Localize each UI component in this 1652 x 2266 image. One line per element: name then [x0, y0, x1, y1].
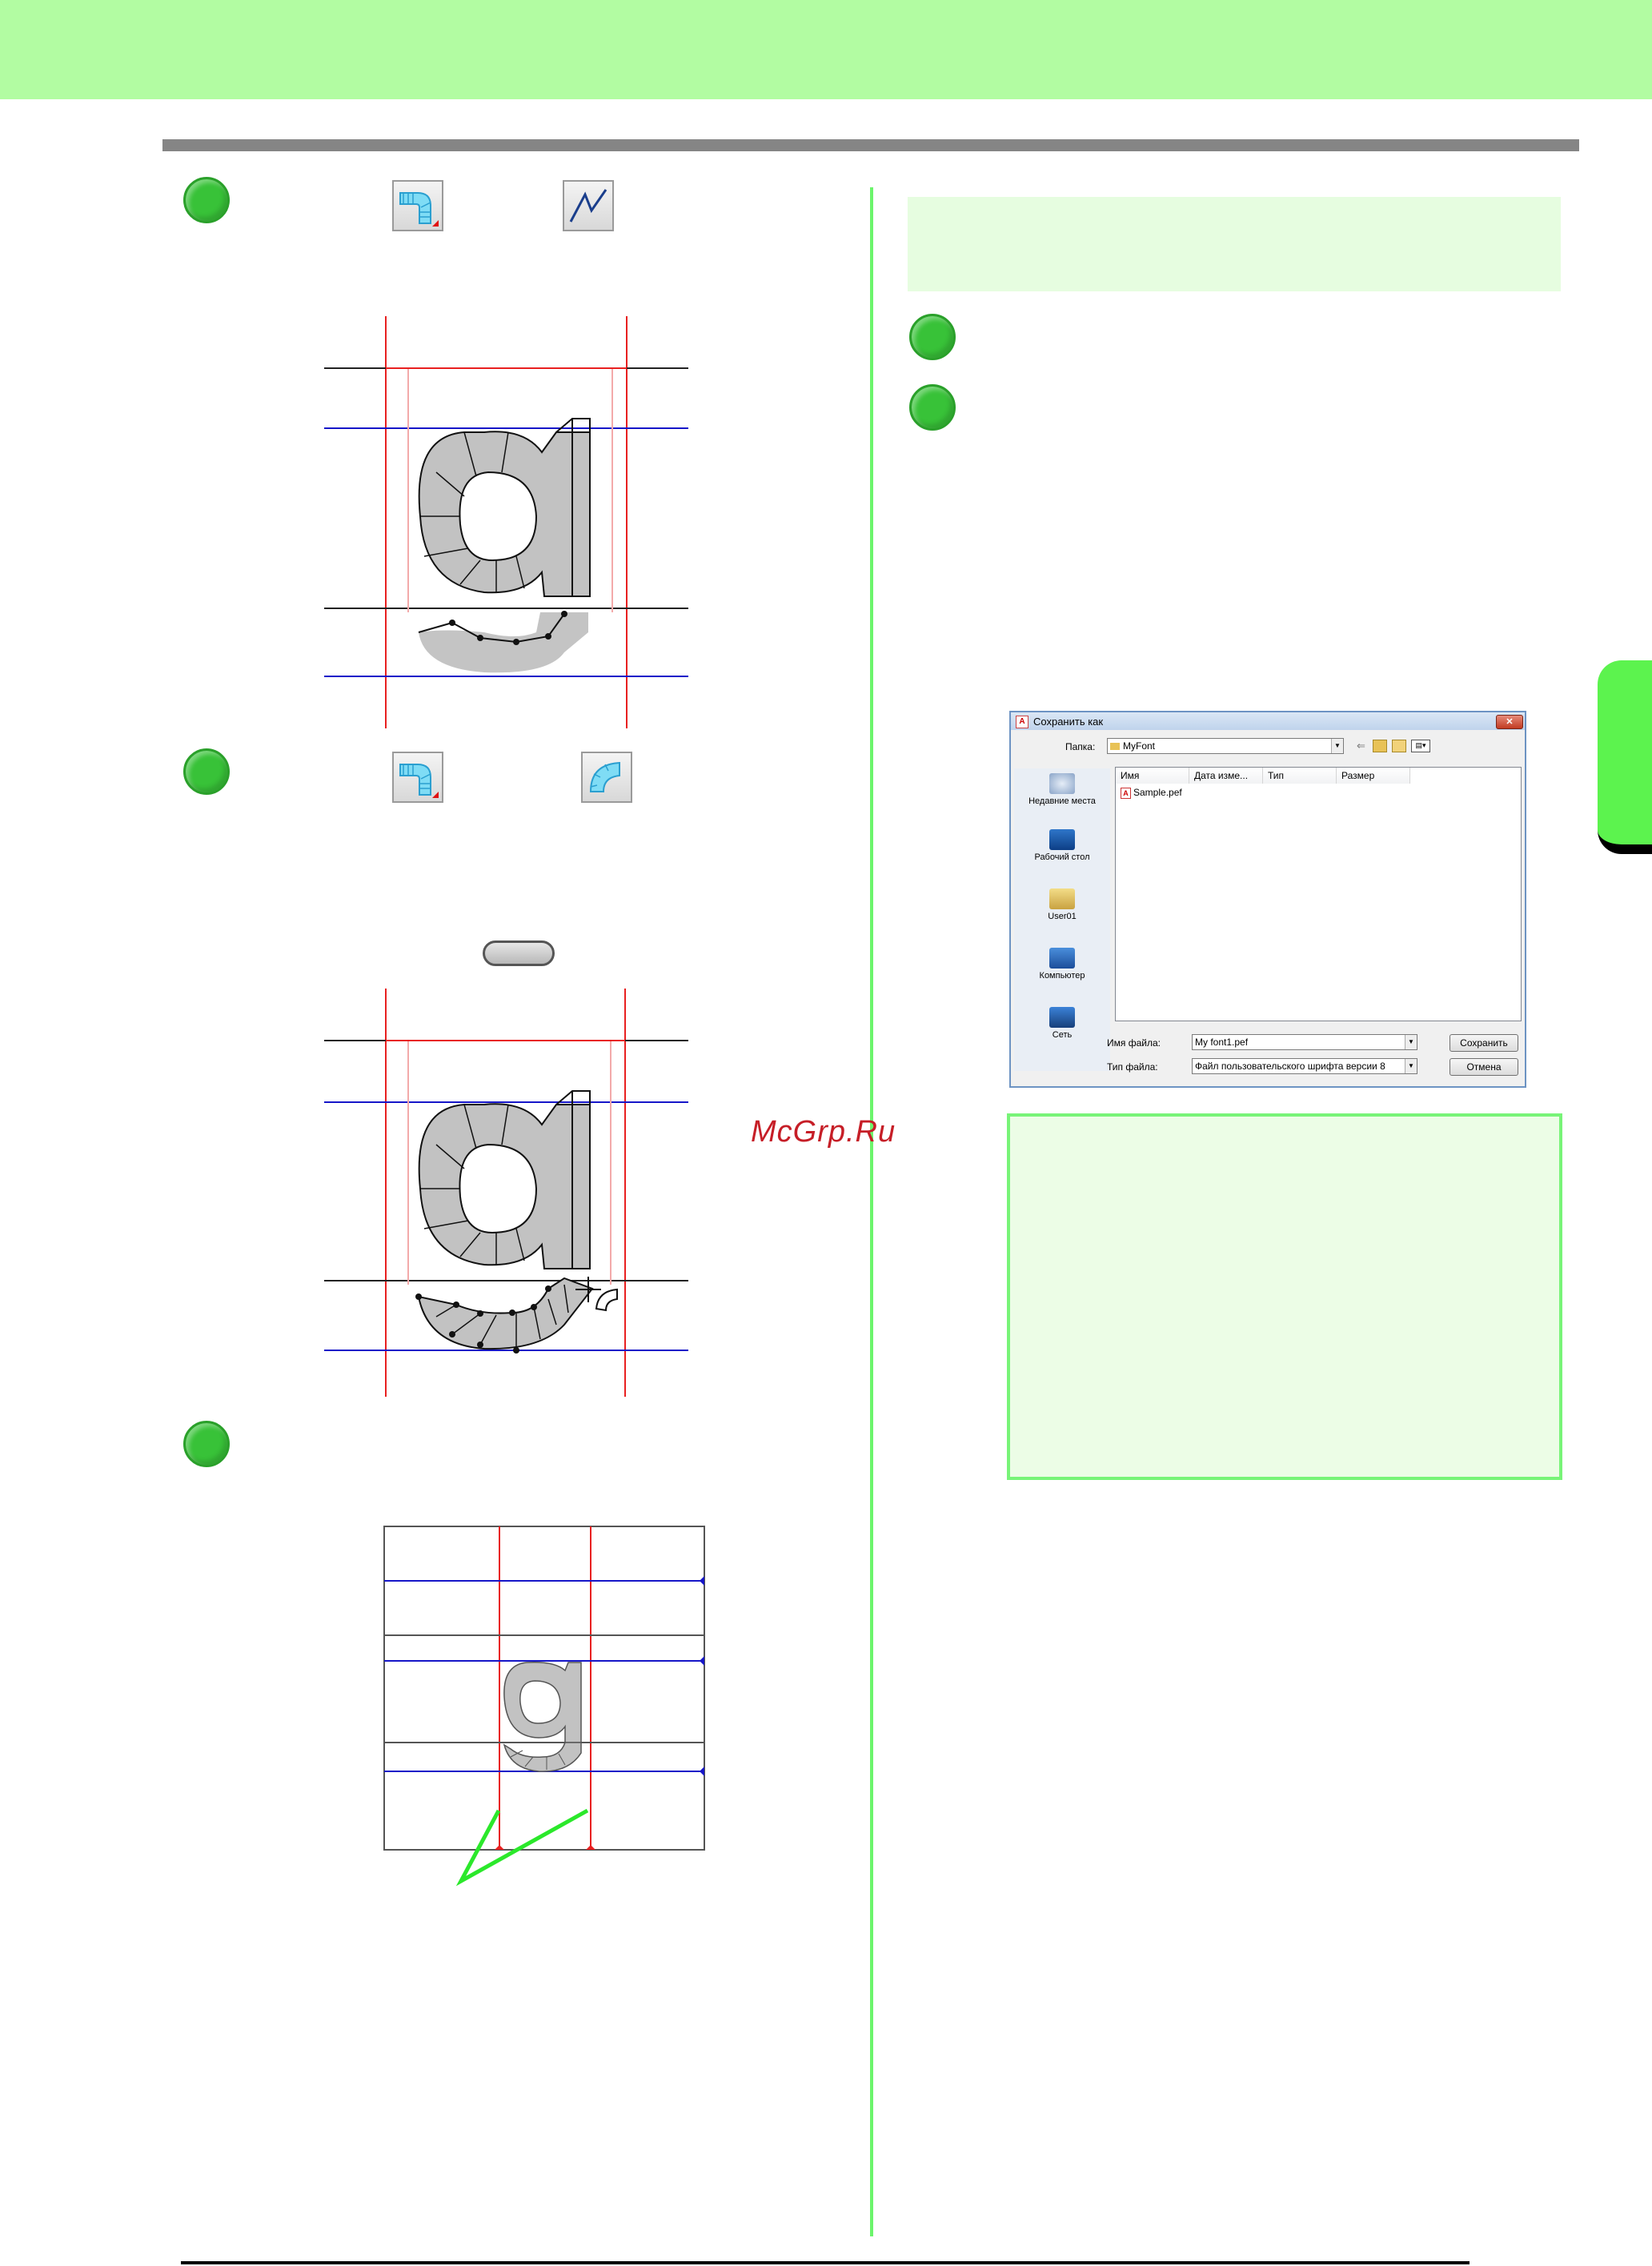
place-desktop[interactable]: Рабочий стол [1014, 829, 1110, 863]
glyph-figure-1 [324, 316, 688, 728]
chapter-tab [1598, 660, 1652, 854]
filename-input[interactable]: My font1.pef ▼ [1192, 1034, 1417, 1050]
arc-block-button[interactable] [581, 752, 632, 803]
column-name[interactable]: Имя [1116, 768, 1189, 784]
filetype-label: Тип файла: [1107, 1061, 1158, 1073]
folder-icon [1110, 743, 1120, 750]
place-recent[interactable]: Недавние места [1014, 773, 1110, 807]
desktop-icon [1049, 829, 1075, 850]
new-folder-icon[interactable] [1392, 740, 1406, 752]
place-recent-label: Недавние места [1028, 796, 1096, 806]
filetype-value: Файл пользовательского шрифта версии 8 [1195, 1061, 1385, 1072]
block-tool-icon [399, 192, 439, 227]
computer-icon [1049, 948, 1075, 969]
arc-block-icon [589, 761, 620, 792]
glyph-figure-2 [324, 989, 688, 1397]
filename-label: Имя файла: [1107, 1037, 1161, 1049]
save-button[interactable]: Сохранить [1450, 1034, 1518, 1052]
place-user-label: User01 [1048, 912, 1077, 921]
folder-value: MyFont [1123, 740, 1156, 752]
place-user[interactable]: User01 [1014, 888, 1110, 922]
pef-file-icon: A [1121, 788, 1131, 799]
header-rule [162, 139, 1579, 151]
dialog-title: Сохранить как [1033, 716, 1104, 728]
file-list[interactable]: Имя Дата изме... Тип Размер A Sample.pef [1115, 767, 1522, 1021]
column-divider [870, 187, 873, 2236]
block-tool-button[interactable] [392, 180, 443, 231]
filetype-select[interactable]: Файл пользовательского шрифта версии 8 ▼ [1192, 1058, 1417, 1074]
place-network-label: Сеть [1052, 1030, 1073, 1040]
line-segment-icon [569, 189, 607, 223]
line-segment-button[interactable] [563, 180, 614, 231]
column-date[interactable]: Дата изме... [1189, 768, 1263, 784]
block-tool-icon [399, 764, 439, 798]
back-icon[interactable]: ⇐ [1357, 740, 1365, 752]
place-computer[interactable]: Компьютер [1014, 948, 1110, 981]
up-folder-icon[interactable] [1373, 740, 1387, 752]
column-size[interactable]: Размер [1337, 768, 1410, 784]
user-folder-icon [1049, 888, 1075, 909]
block-tool-button-2[interactable] [392, 752, 443, 803]
step-b-marker [909, 384, 956, 431]
keyboard-key-button[interactable] [483, 940, 555, 966]
cancel-button[interactable]: Отмена [1450, 1058, 1518, 1076]
place-computer-label: Компьютер [1039, 971, 1085, 981]
chevron-down-icon: ▼ [1405, 1035, 1417, 1049]
place-desktop-label: Рабочий стол [1034, 852, 1090, 862]
places-bar: Недавние места Рабочий стол User01 Компь… [1014, 768, 1110, 1071]
dialog-titlebar: A Сохранить как ✕ [1011, 712, 1525, 730]
step-3-marker [183, 1421, 230, 1467]
chevron-down-icon: ▼ [1331, 739, 1343, 753]
file-row[interactable]: A Sample.pef [1121, 787, 1182, 799]
step-1-marker [183, 177, 230, 223]
view-menu-icon[interactable]: ▤▾ [1411, 740, 1430, 752]
watermark: McGrp.Ru [751, 1115, 896, 1149]
step-2-marker [183, 748, 230, 795]
filename-value: My font1.pef [1195, 1037, 1249, 1048]
step-a-marker [909, 314, 956, 360]
app-icon: A [1016, 716, 1028, 728]
header-band [0, 0, 1652, 99]
folder-label: Папка: [1065, 741, 1096, 752]
close-button[interactable]: ✕ [1496, 715, 1523, 729]
save-as-dialog: A Сохранить как ✕ Папка: MyFont ▼ ⇐ ▤▾ Н… [1009, 711, 1526, 1088]
recent-places-icon [1049, 773, 1075, 794]
network-icon [1049, 1007, 1075, 1028]
footer-rule [181, 2261, 1470, 2264]
chevron-down-icon: ▼ [1405, 1059, 1417, 1073]
folder-select[interactable]: MyFont ▼ [1107, 738, 1344, 754]
file-name: Sample.pef [1133, 787, 1182, 798]
heading-note-box [908, 197, 1561, 291]
memo-box [1007, 1113, 1562, 1480]
place-network[interactable]: Сеть [1014, 1007, 1110, 1041]
glyph-figure-3 [383, 1526, 705, 1887]
column-type[interactable]: Тип [1263, 768, 1337, 784]
